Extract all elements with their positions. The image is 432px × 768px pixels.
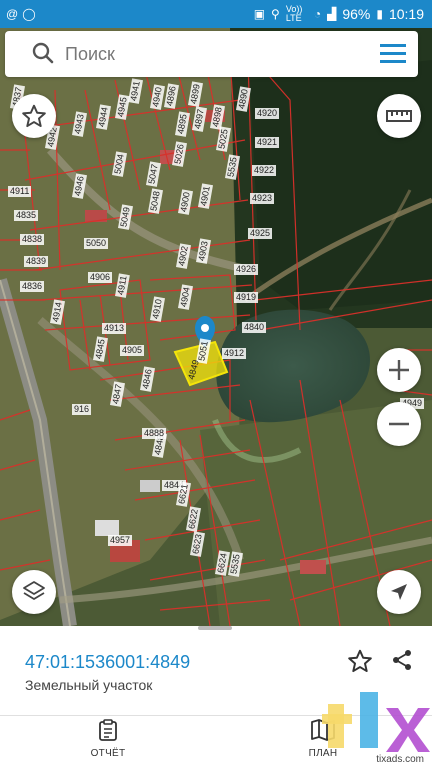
map-view[interactable]: 4920 4921 4922 4923 4925 4926 4919 4840 4912 4913…	[0, 28, 432, 626]
parcel-number-label: 4922	[252, 165, 277, 176]
layers-icon	[23, 581, 45, 600]
parcel-number-label: 4839	[24, 256, 49, 267]
favorite-star-icon[interactable]	[347, 648, 373, 674]
favorites-star-button[interactable]	[12, 94, 56, 138]
search-icon[interactable]	[32, 42, 54, 64]
battery-icon: ▮	[376, 7, 383, 21]
tixads-watermark-logo: tixads.com	[322, 688, 432, 768]
star-outline-icon	[22, 104, 46, 128]
report-label: ОТЧЁТ	[90, 748, 126, 759]
parcel-number-label: 4838	[20, 234, 45, 245]
search-bar[interactable]: Поиск	[5, 31, 418, 77]
at-sign-icon: @	[6, 7, 19, 21]
parcel-number-label: 4905	[120, 345, 145, 356]
ruler-button[interactable]	[377, 94, 421, 138]
parcel-number-label: 4835	[14, 210, 39, 221]
parcel-number-label: 4911	[8, 186, 32, 197]
watermark-site: tixads.com	[376, 754, 424, 765]
plus-icon	[389, 360, 409, 380]
parcel-number-label: 5050	[84, 238, 109, 249]
signal-icon: ▟	[327, 7, 337, 21]
status-right-icons: ▣ ⚲ Vo)) LTE ◔ ▟ 96% ▮ 10:19	[254, 5, 424, 23]
parcel-number-label: 4920	[255, 108, 280, 119]
cadastral-number[interactable]: 47:01:1536001:4849	[25, 652, 190, 673]
clock: 10:19	[388, 6, 424, 22]
parcel-number-label: 916	[72, 404, 92, 415]
navigation-arrow-icon	[391, 584, 407, 600]
share-icon[interactable]	[390, 648, 414, 672]
ruler-icon	[386, 110, 412, 122]
status-left-icons: @ ◯	[6, 6, 36, 22]
parcel-number-label: 4836	[20, 281, 45, 292]
zoom-out-button[interactable]	[377, 402, 421, 446]
clipboard-icon	[99, 719, 117, 741]
location-icon: ⚲	[271, 7, 280, 21]
parcel-number-label: 4912	[222, 348, 247, 359]
search-input[interactable]: Поиск	[65, 44, 115, 65]
volte-indicator: Vo)) LTE	[285, 4, 303, 23]
wifi-icon: ◔	[313, 7, 322, 21]
hamburger-menu-icon[interactable]	[380, 44, 406, 64]
parcel-number-label: 4957	[108, 535, 133, 546]
parcel-number-label: 4923	[250, 193, 275, 204]
parcel-type: Земельный участок	[25, 677, 153, 693]
minus-icon	[389, 422, 409, 426]
status-bar: @ ◯ ▣ ⚲ Vo)) LTE ◔ ▟ 96% ▮ 10:19	[0, 0, 432, 28]
report-tab[interactable]: ОТЧЁТ	[73, 718, 143, 759]
parcel-number-label: 4925	[248, 228, 273, 239]
my-location-button[interactable]	[377, 570, 421, 614]
parcel-number-label: 4840	[242, 322, 267, 333]
parcel-number-label: 4919	[234, 292, 259, 303]
lock-icon: ▣	[253, 7, 266, 21]
battery-percent: 96%	[342, 6, 371, 22]
parcel-number-label: 4921	[255, 137, 280, 148]
zoom-in-button[interactable]	[377, 348, 421, 392]
parcel-number-label: 4906	[88, 272, 113, 283]
parcel-number-label: 4926	[234, 264, 259, 275]
layers-button[interactable]	[12, 570, 56, 614]
parcel-number-label: 4888	[142, 428, 167, 439]
whatsapp-icon: ◯	[22, 7, 36, 21]
parcel-number-label: 4913	[102, 323, 127, 334]
